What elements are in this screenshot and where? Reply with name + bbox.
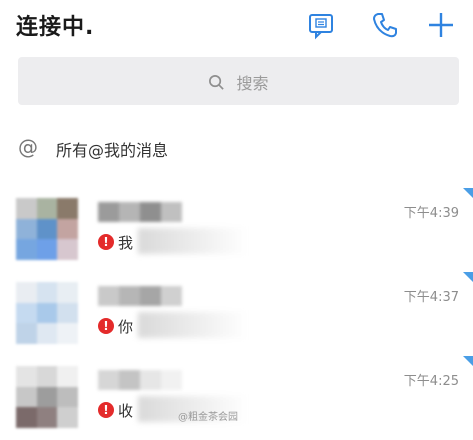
message-preview: 收 xyxy=(118,402,134,420)
chat-icon[interactable] xyxy=(306,10,336,40)
mention-messages-entry[interactable]: @ 所有@我的消息 xyxy=(18,135,318,161)
send-failed-icon: ! xyxy=(98,234,114,250)
search-placeholder: 搜索 xyxy=(236,74,269,93)
message-time: 下午4:25 xyxy=(403,374,459,389)
preview-redacted xyxy=(138,228,248,254)
send-failed-icon: ! xyxy=(98,318,114,334)
preview-redacted xyxy=(138,312,248,338)
top-bar: 连接中. xyxy=(0,0,473,56)
contact-name-redacted xyxy=(98,286,182,306)
at-icon: @ xyxy=(18,135,38,159)
conversation-row[interactable]: 下午4:37! 你 xyxy=(0,272,473,356)
conversation-row[interactable]: 下午4:39! 我 xyxy=(0,188,473,272)
search-input[interactable]: 搜索 xyxy=(18,57,459,105)
avatar[interactable] xyxy=(16,282,78,344)
message-preview: 我 xyxy=(118,234,134,252)
contact-name-redacted xyxy=(98,202,182,222)
conversation-row[interactable]: 下午4:25! 收 xyxy=(0,356,473,440)
avatar[interactable] xyxy=(16,198,78,260)
avatar[interactable] xyxy=(16,366,78,428)
phone-icon[interactable] xyxy=(370,10,400,40)
pinned-corner-marker xyxy=(463,356,473,366)
send-failed-icon: ! xyxy=(98,402,114,418)
plus-icon[interactable] xyxy=(426,10,456,40)
message-time: 下午4:39 xyxy=(403,206,459,221)
message-preview: 你 xyxy=(118,318,134,336)
search-icon xyxy=(208,74,236,93)
pinned-corner-marker xyxy=(463,188,473,198)
page-title: 连接中. xyxy=(16,15,95,40)
contact-name-redacted xyxy=(98,370,182,390)
message-time: 下午4:37 xyxy=(403,290,459,305)
watermark-text: @粗金茶会园 xyxy=(178,412,238,423)
mention-label: 所有@我的消息 xyxy=(56,141,169,160)
pinned-corner-marker xyxy=(463,272,473,282)
